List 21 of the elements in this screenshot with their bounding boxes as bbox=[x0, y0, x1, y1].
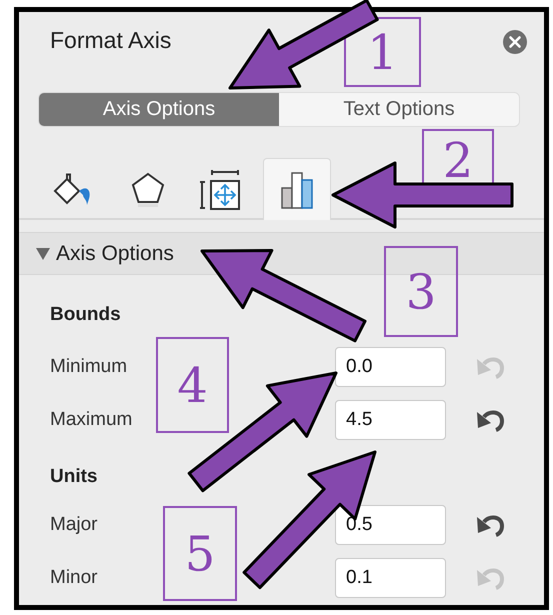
group-heading: Bounds bbox=[50, 303, 122, 327]
callout-number: 4 bbox=[156, 337, 229, 433]
field-label: Minor bbox=[50, 566, 99, 590]
close-icon[interactable] bbox=[503, 30, 527, 54]
number-field[interactable]: 0.0 bbox=[335, 347, 446, 387]
callout-number: 5 bbox=[163, 506, 237, 601]
number-field[interactable]: 0.1 bbox=[335, 558, 446, 598]
field-label: Minimum bbox=[50, 354, 128, 379]
field-label: Maximum bbox=[50, 408, 134, 432]
options-tab[interactable]: Text Options bbox=[279, 93, 519, 126]
group-heading: Units bbox=[50, 465, 98, 489]
number-field[interactable]: 4.5 bbox=[335, 400, 446, 440]
collapse-triangle-icon[interactable] bbox=[36, 248, 50, 260]
reset-icon[interactable] bbox=[475, 513, 505, 537]
field-label: Major bbox=[50, 512, 99, 537]
reset-icon[interactable] bbox=[475, 408, 505, 432]
options-tab[interactable]: Axis Options bbox=[39, 93, 279, 126]
pane-title: Format Axis bbox=[50, 26, 172, 55]
section-title[interactable]: Axis Options bbox=[56, 238, 174, 270]
callout-number: 3 bbox=[384, 246, 458, 337]
bar-chart-icon[interactable] bbox=[262, 158, 330, 220]
